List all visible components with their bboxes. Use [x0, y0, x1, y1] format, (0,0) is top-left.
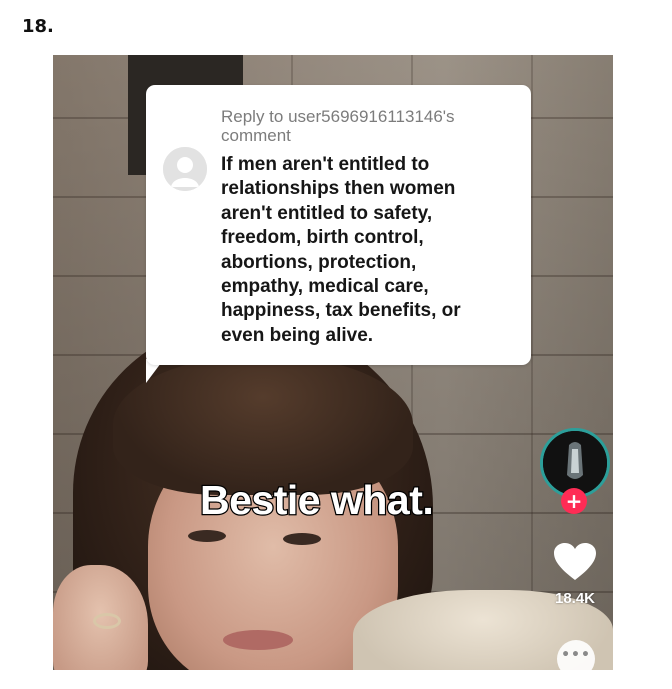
comment-line: relationships then women	[221, 178, 456, 200]
comment-line: freedom, birth control,	[221, 227, 424, 249]
comment-line: aren't entitled to safety,	[221, 202, 433, 224]
comment-body: If men aren't entitled to relationships …	[221, 153, 521, 348]
comment-line: If men aren't entitled to	[221, 154, 430, 175]
reply-to-label: Reply to user5696916113146's comment	[221, 107, 521, 145]
comment-line: even being alive.	[221, 324, 374, 346]
reply-to-line-2: comment	[221, 126, 291, 145]
reply-comment-sticker[interactable]: Reply to user5696916113146's comment If …	[146, 85, 531, 365]
creator-avatar-image	[543, 431, 607, 495]
commenter-avatar	[163, 147, 207, 191]
ring	[93, 613, 121, 629]
follow-plus-icon[interactable]: +	[561, 488, 587, 514]
like-count: 18.4K	[554, 590, 596, 607]
reply-to-line-1: Reply to user5696916113146's	[221, 107, 455, 126]
heart-shape	[554, 543, 596, 580]
default-user-icon	[163, 147, 207, 191]
comment-line: empathy, medical care,	[221, 276, 429, 298]
comment-line: happiness, tax benefits, or	[221, 300, 461, 322]
person-right-eye	[283, 533, 321, 545]
comment-line: abortions, protection,	[221, 251, 417, 273]
person-left-eye	[188, 530, 226, 542]
more-options-icon[interactable]: •••	[557, 640, 595, 670]
video-frame[interactable]: Reply to user5696916113146's comment If …	[53, 55, 613, 670]
item-number: 18.	[22, 16, 54, 37]
person-lips	[223, 630, 293, 650]
heart-icon[interactable]	[553, 542, 597, 582]
video-caption: Bestie what.	[199, 476, 435, 525]
